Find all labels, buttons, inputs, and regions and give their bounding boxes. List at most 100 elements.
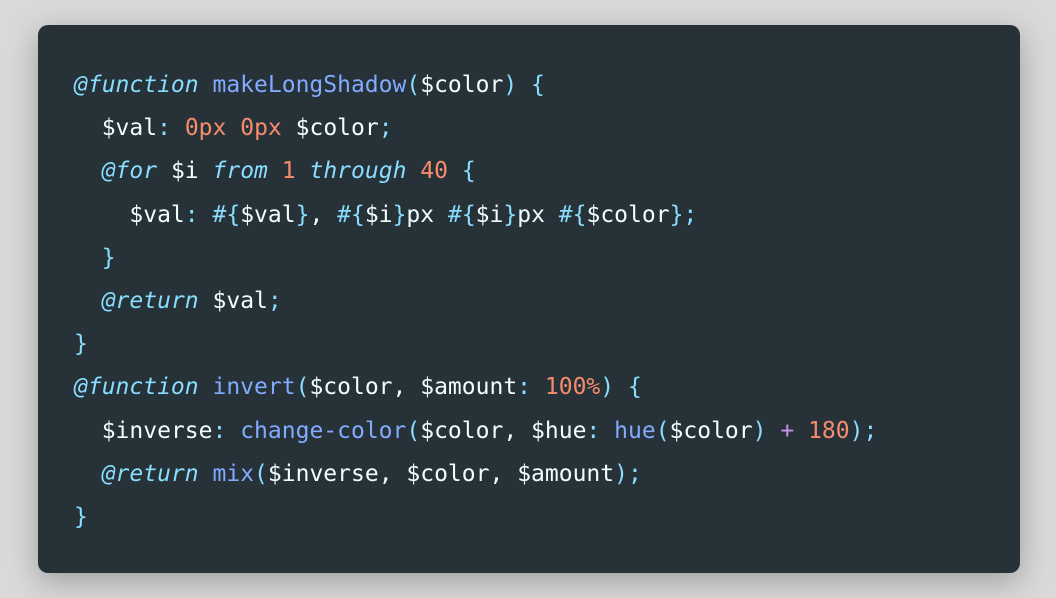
code-token-var: $val — [129, 201, 185, 228]
code-token-at-keyword: @return — [101, 287, 199, 314]
code-line: $val: 0px 0px $color; — [74, 107, 877, 150]
code-token-punc: ( — [254, 460, 268, 487]
code-token-italic-keyword: through — [309, 158, 407, 185]
code-token-num: 40 — [420, 158, 448, 185]
code-token-op: + — [780, 417, 795, 444]
code-line: } — [74, 496, 877, 539]
code-token-text: , — [392, 374, 421, 401]
code-token-var: $hue — [531, 417, 587, 444]
code-token-var: $color — [420, 72, 504, 98]
code-line: } — [74, 237, 877, 280]
code-token-punc: ( — [655, 417, 670, 444]
code-token-punc: #{ — [212, 201, 241, 228]
code-token-punc: } — [74, 503, 88, 530]
code-line: @function makeLongShadow($color) { — [74, 64, 877, 107]
code-token-punc: ( — [295, 374, 310, 401]
code-token-punc: : — [212, 417, 227, 444]
code-token-at-keyword: @for — [101, 158, 158, 185]
code-token-punc: ) — [503, 72, 518, 98]
code-token-punc: ; — [267, 287, 282, 314]
code-token-punc: : — [517, 374, 532, 401]
code-line: } — [74, 323, 877, 366]
code-token-var: $i — [364, 201, 393, 228]
code-token-num: 0px — [184, 115, 227, 142]
code-token-punc: } — [503, 201, 518, 228]
code-token-var: $color — [406, 460, 490, 487]
code-token-punc: } — [295, 201, 310, 228]
code-token-var: $val — [240, 201, 296, 228]
code-line: $val: #{$val}, #{$i}px #{$i}px #{$color}… — [74, 194, 877, 237]
code-token-text: , — [378, 460, 407, 487]
code-token-punc: { — [531, 72, 545, 98]
code-token-fn: mix — [212, 460, 255, 487]
code-token-punc: ); — [849, 417, 878, 444]
code-token-text: , — [503, 417, 532, 444]
code-token-punc: ( — [406, 72, 421, 98]
code-token-punc: #{ — [337, 201, 365, 228]
code-token-var: $color — [669, 417, 753, 444]
code-token-fn: hue — [614, 417, 656, 444]
code-token-at-keyword: @function — [74, 374, 199, 401]
code-token-at-keyword: @function — [74, 72, 199, 98]
code-token-num: 0px — [240, 115, 282, 142]
code-token-var: $inverse — [101, 417, 213, 444]
code-window: @function makeLongShadow($color) { $val:… — [38, 25, 1020, 573]
code-token-var: $amount — [517, 460, 615, 487]
code-token-fn: change-color — [240, 417, 407, 444]
code-token-punc: }; — [669, 201, 698, 228]
code-token-var: $color — [420, 417, 504, 444]
code-token-var: $color — [586, 201, 670, 228]
code-token-text: px — [517, 201, 559, 228]
code-token-var: $val — [212, 287, 268, 314]
code-token-var: $i — [170, 158, 199, 185]
code-token-var: $inverse — [267, 460, 379, 487]
code-line: $inverse: change-color($color, $hue: hue… — [74, 410, 878, 453]
code-token-var: $val — [101, 115, 158, 142]
code-token-var: $color — [295, 115, 379, 142]
code-token-text: , — [489, 460, 518, 487]
code-token-var: $amount — [420, 374, 518, 401]
code-line: @return $val; — [74, 280, 877, 323]
code-token-punc: { — [628, 374, 642, 401]
code-token-punc: } — [392, 201, 407, 228]
code-token-punc: { — [461, 158, 476, 185]
code-line: @return mix($inverse, $color, $amount); — [74, 453, 877, 496]
code-token-fn: invert — [212, 374, 296, 401]
code-token-punc: #{ — [447, 201, 476, 228]
code-token-punc: : — [157, 115, 171, 142]
code-token-at-keyword: @return — [101, 460, 199, 487]
code-token-punc: ( — [406, 417, 421, 444]
code-token-punc: ) — [752, 417, 767, 444]
code-token-punc: } — [74, 331, 88, 358]
code-block: @function makeLongShadow($color) { $val:… — [74, 64, 877, 539]
code-line: @for $i from 1 through 40 { — [74, 150, 877, 193]
code-token-punc: #{ — [558, 201, 587, 228]
code-token-punc: ) — [600, 374, 615, 401]
code-token-num: 180 — [808, 417, 850, 444]
code-token-punc: : — [586, 417, 601, 444]
code-token-num: 1 — [281, 158, 296, 185]
code-token-punc: ); — [614, 460, 642, 487]
code-token-text: px — [406, 201, 448, 228]
